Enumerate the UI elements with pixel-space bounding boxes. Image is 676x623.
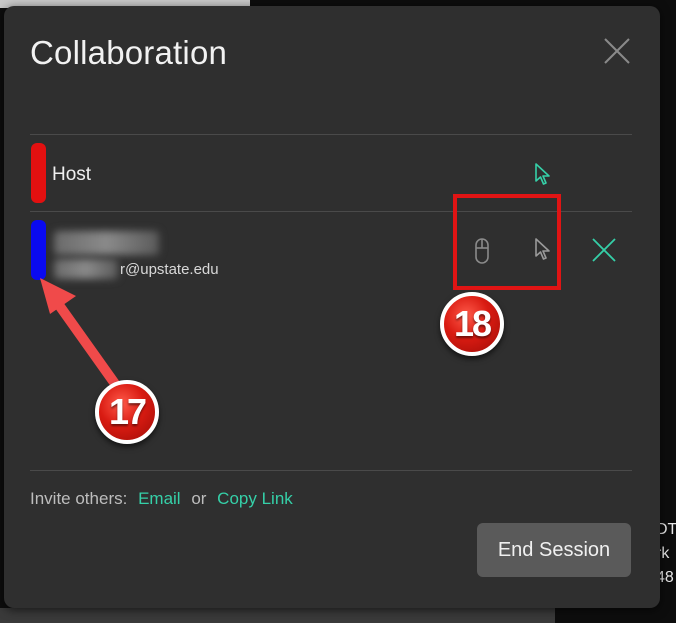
redacted-name bbox=[54, 231, 159, 255]
annotation-highlight-box bbox=[453, 194, 561, 290]
remove-participant-icon[interactable] bbox=[590, 236, 618, 264]
annotation-badge-18: 18 bbox=[440, 292, 504, 356]
close-button[interactable] bbox=[602, 36, 632, 66]
annotation-badge-17: 17 bbox=[95, 380, 159, 444]
participant-color-bar bbox=[31, 143, 46, 203]
divider-top bbox=[30, 134, 632, 135]
invite-others: Invite others: Email or Copy Link bbox=[30, 489, 293, 509]
background-scrollbar bbox=[0, 608, 555, 623]
close-x-icon bbox=[604, 38, 630, 64]
copy-link[interactable]: Copy Link bbox=[217, 489, 293, 508]
end-session-button[interactable]: End Session bbox=[477, 523, 631, 577]
invite-or: or bbox=[191, 489, 207, 508]
pointer-icon[interactable] bbox=[534, 162, 552, 186]
participant-name: Host bbox=[52, 164, 92, 185]
dialog-title: Collaboration bbox=[30, 34, 228, 71]
invite-email-link[interactable]: Email bbox=[138, 489, 181, 508]
divider-bottom bbox=[30, 470, 632, 471]
invite-prefix: Invite others: bbox=[30, 489, 128, 508]
